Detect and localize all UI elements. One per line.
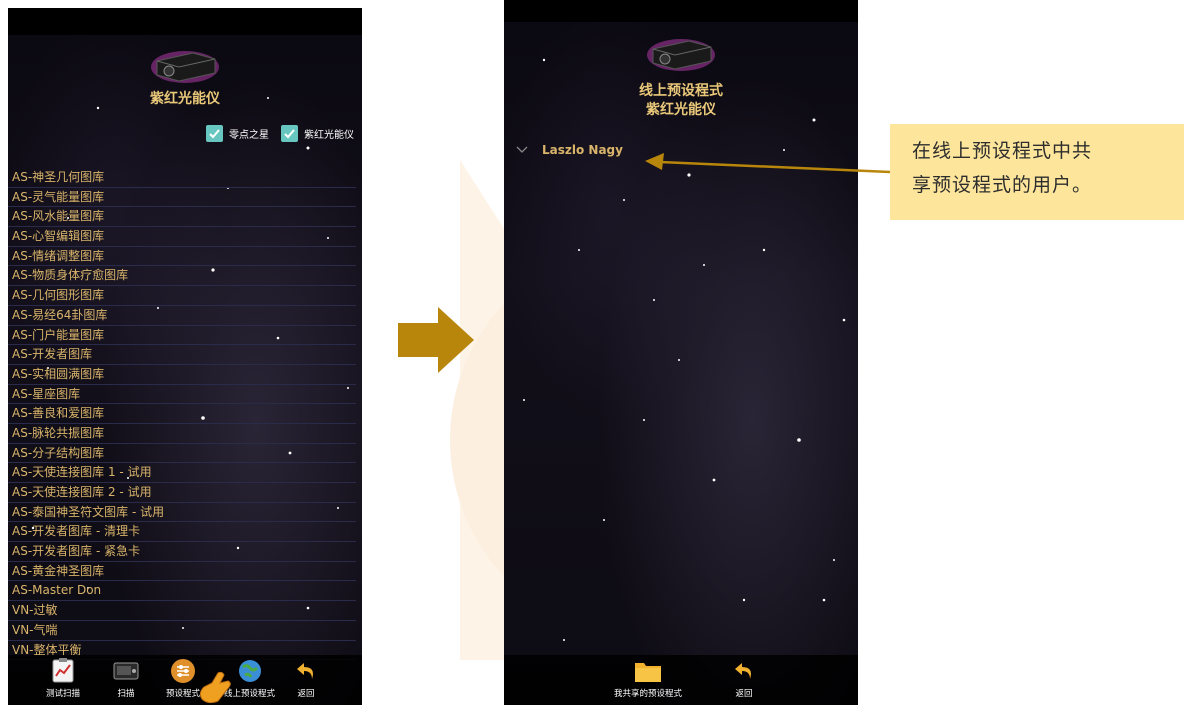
back-arrow-icon <box>730 657 758 685</box>
list-item[interactable]: AS-开发者图库 <box>8 345 356 365</box>
nav-label: 返回 <box>735 689 753 699</box>
callout-line-1: 在线上预设程式中共 <box>912 140 1093 162</box>
callout-line-2: 享预设程式的用户。 <box>912 174 1093 196</box>
bottom-nav-bar: 测试扫描 扫描 预设程式 线上预设程式 返回 <box>8 655 362 705</box>
list-item[interactable]: AS-分子结构图库 <box>8 444 356 464</box>
list-item[interactable]: VN-气喘 <box>8 621 356 641</box>
library-list: AS-神圣几何图库 AS-灵气能量图库 AS-风水能量图库 AS-心智编辑图库 … <box>8 168 356 661</box>
projector-device-image <box>151 51 219 83</box>
projector-device-image <box>647 39 715 71</box>
bottom-nav-bar: 我共享的预设程式 返回 <box>504 655 858 705</box>
list-item[interactable]: AS-心智编辑图库 <box>8 227 356 247</box>
left-phone-screen: 紫红光能仪 零点之星 紫红光能仪 AS-神圣几何图库 AS-灵气能量图库 AS-… <box>8 8 362 705</box>
nav-label: 返回 <box>297 689 315 699</box>
check-icon <box>209 129 220 139</box>
scan-button[interactable]: 扫描 <box>112 657 140 699</box>
list-item[interactable]: VN-过敏 <box>8 601 356 621</box>
scanner-device-icon <box>112 657 140 685</box>
list-item[interactable]: AS-黄金神圣图库 <box>8 562 356 582</box>
device-title: 紫红光能仪 <box>646 102 716 118</box>
chevron-down-icon <box>516 146 528 153</box>
list-item[interactable]: AS-情绪调整图库 <box>8 247 356 267</box>
zero-point-star-checkbox[interactable] <box>206 125 223 142</box>
device-filter-checkboxes: 零点之星 紫红光能仪 <box>206 125 354 142</box>
device-title: 紫红光能仪 <box>150 91 220 107</box>
list-item[interactable]: AS-善良和爱图库 <box>8 404 356 424</box>
list-item[interactable]: AS-几何图形图库 <box>8 286 356 306</box>
checkbox-label: 零点之星 <box>229 130 269 141</box>
page-title: 线上预设程式 <box>639 83 723 99</box>
tap-hand-icon <box>199 671 231 704</box>
list-item[interactable]: AS-易经64卦图库 <box>8 306 356 326</box>
nav-label: 我共享的预设程式 <box>614 689 683 699</box>
list-item[interactable]: AS-开发者图库 - 清理卡 <box>8 522 356 543</box>
preset-user-name: Laszlo Nagy <box>542 143 623 157</box>
list-item[interactable]: AS-天使连接图库 2 - 试用 <box>8 483 356 503</box>
list-item[interactable]: AS-脉轮共振图库 <box>8 424 356 444</box>
list-item[interactable]: AS-泰国神圣符文图库 - 试用 <box>8 503 356 523</box>
list-item[interactable]: AS-天使连接图库 1 - 试用 <box>8 463 356 483</box>
list-item[interactable]: AS-灵气能量图库 <box>8 188 356 208</box>
checkbox-label: 紫红光能仪 <box>304 130 354 141</box>
list-item[interactable]: AS-风水能量图库 <box>8 207 356 228</box>
folder-icon <box>634 657 662 685</box>
list-item[interactable]: AS-星座图库 <box>8 385 356 405</box>
list-item[interactable]: AS-神圣几何图库 <box>8 168 356 188</box>
test-scan-button[interactable]: 测试扫描 <box>46 657 80 699</box>
check-icon <box>284 129 295 139</box>
purple-red-device-checkbox[interactable] <box>281 125 298 142</box>
clipboard-chart-icon <box>49 657 77 685</box>
list-item[interactable]: AS-实相圆满图库 <box>8 365 356 385</box>
preset-user-row[interactable]: Laszlo Nagy <box>516 143 623 157</box>
transition-arrow-icon <box>398 307 474 373</box>
list-item[interactable]: AS-门户能量图库 <box>8 326 356 346</box>
nav-label: 扫描 <box>117 689 135 699</box>
list-item[interactable]: AS-开发者图库 - 紧急卡 <box>8 542 356 562</box>
back-button[interactable]: 返回 <box>292 657 320 699</box>
back-button[interactable]: 返回 <box>730 657 758 699</box>
my-shared-presets-button[interactable]: 我共享的预设程式 <box>614 657 682 699</box>
back-arrow-icon <box>292 657 320 685</box>
annotation-callout: 在线上预设程式中共 享预设程式的用户。 <box>890 124 1184 220</box>
globe-icon <box>236 657 264 685</box>
list-item[interactable]: AS-Master Don <box>8 581 356 602</box>
nav-label: 测试扫描 <box>46 689 81 699</box>
right-phone-screen: 线上预设程式 紫红光能仪 Laszlo Nagy 我共享的预设程式 返回 <box>504 0 858 705</box>
list-item[interactable]: AS-物质身体疗愈图库 <box>8 266 356 287</box>
sliders-icon <box>169 657 197 685</box>
